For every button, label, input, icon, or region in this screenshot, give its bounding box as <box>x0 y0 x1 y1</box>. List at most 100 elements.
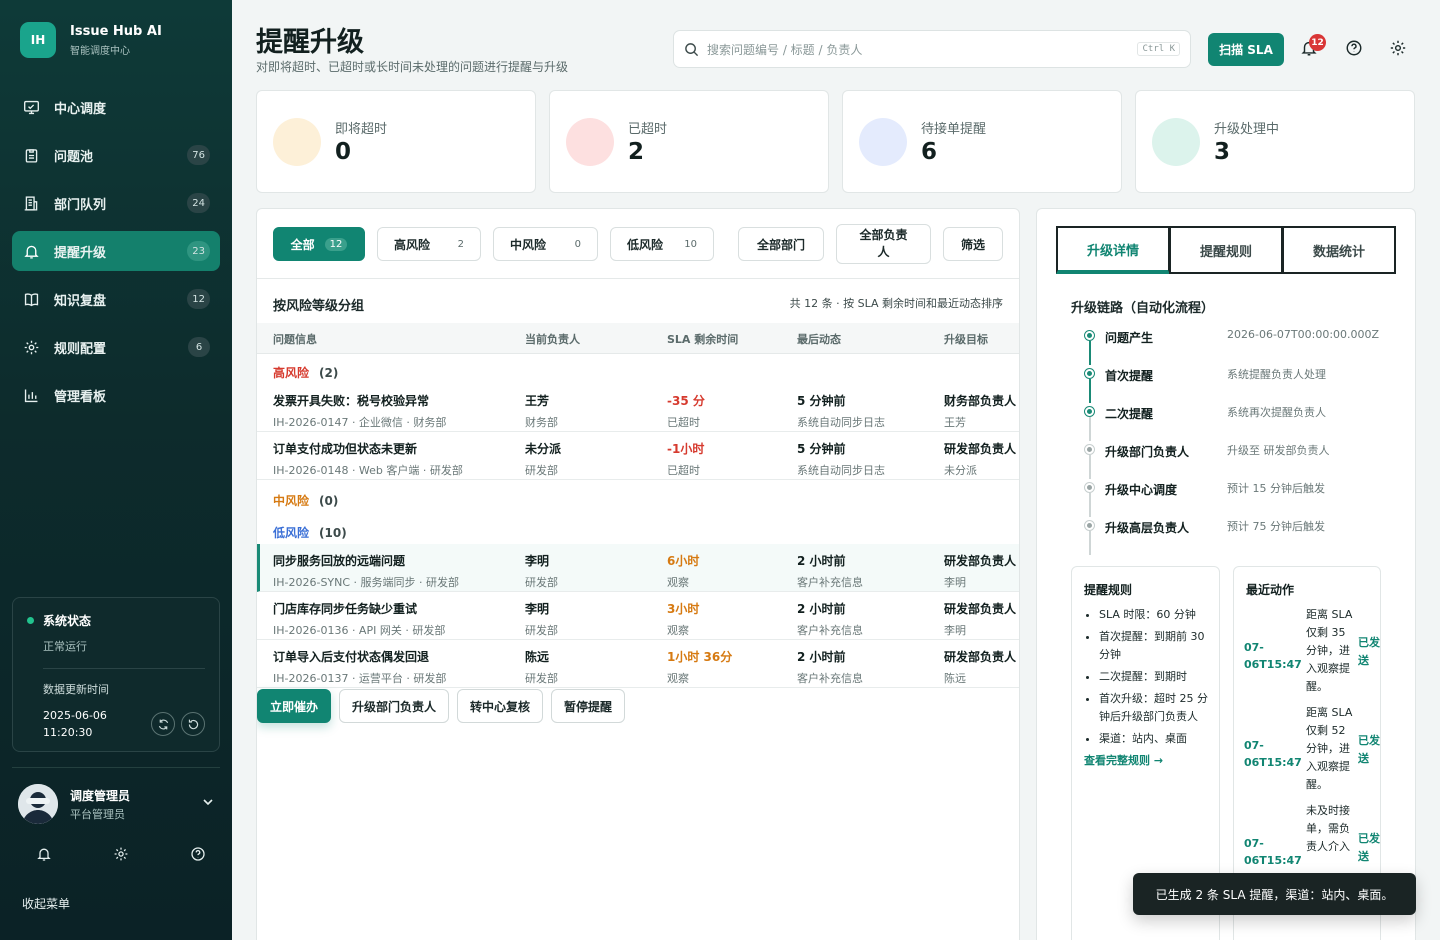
table-row[interactable]: 订单导入后支付状态偶发回退 IH-2026-0137 · 运营平台 · 研发部 陈… <box>257 640 1019 688</box>
column-header: 最后动态 <box>797 333 841 346</box>
bell-icon <box>22 242 40 260</box>
stat-card-due-soon[interactable]: 即将超时 0 <box>256 90 536 193</box>
filter-chip-all[interactable]: 全部 12 <box>273 227 365 261</box>
stat-value: 2 <box>628 139 645 165</box>
sidebar-item-dispatch[interactable]: 中心调度 <box>12 87 220 127</box>
search-icon <box>685 42 699 56</box>
step-name: 二次提醒 <box>1105 407 1154 421</box>
escalation-detail-panel: 升级详情 提醒规则 数据统计 升级链路（自动化流程） 问题产生 2026-06-0… <box>1036 208 1416 940</box>
undo-icon <box>188 719 198 729</box>
sidebar-item-dashboard[interactable]: 管理看板 <box>12 375 220 415</box>
view-full-rules-link[interactable]: 查看完整规则 → <box>1084 752 1219 768</box>
stat-card-pending-accept[interactable]: 待接单提醒 6 <box>842 90 1122 193</box>
help-icon[interactable] <box>190 846 206 866</box>
sidebar-item-knowledge-review[interactable]: 知识复盘 12 <box>12 279 220 319</box>
escalation-target-name: 李明 <box>944 624 966 637</box>
brand[interactable]: IH Issue Hub AI 智能调度中心 <box>20 22 162 58</box>
department-filter[interactable]: 全部部门 <box>738 227 824 261</box>
last-activity-desc: 系统自动同步日志 <box>797 416 885 429</box>
status-dot <box>27 617 34 624</box>
tab-escalation-detail[interactable]: 升级详情 <box>1056 226 1170 274</box>
chevron-down-icon[interactable] <box>202 796 214 812</box>
sidebar-item-reminder-escalation[interactable]: 提醒升级 23 <box>12 231 220 271</box>
table-row-selected[interactable]: 同步服务回放的远端问题 IH-2026-SYNC · 服务端同步 · 研发部 李明… <box>257 544 1019 592</box>
owner-dept: 研发部 <box>525 464 558 477</box>
rule-item: 首次升级：超时 25 分钟后升级部门负责人 <box>1099 690 1209 726</box>
sla-remaining: -1小时 <box>667 442 705 456</box>
action-time: 07-06T15:47 <box>1244 837 1302 867</box>
settings-button[interactable] <box>1389 39 1409 59</box>
owner-name: 李明 <box>525 554 550 568</box>
group-header-high[interactable]: 高风险 (2) <box>273 364 338 381</box>
table-row[interactable]: 发票开具失败：税号校验异常 IH-2026-0147 · 企业微信 · 财务部 王… <box>257 384 1019 432</box>
issue-meta: IH-2026-0136 · API 网关 · 研发部 <box>273 624 446 637</box>
owner-filter[interactable]: 全部负责人 <box>836 224 931 264</box>
gear-icon[interactable] <box>113 846 129 866</box>
notification-badge: 12 <box>1309 34 1326 51</box>
sla-remaining: 6小时 <box>667 554 700 568</box>
sidebar-item-rule-config[interactable]: 规则配置 6 <box>12 327 220 367</box>
user-profile[interactable]: 调度管理员 平台管理员 <box>18 784 214 824</box>
last-activity-desc: 客户补充信息 <box>797 624 863 637</box>
chain-step: 问题产生 2026-06-07T00:00:00.000Z <box>1083 327 1403 365</box>
tab-statistics[interactable]: 数据统计 <box>1282 226 1396 274</box>
reset-button[interactable] <box>181 712 205 736</box>
owner-name: 陈远 <box>525 650 550 664</box>
refresh-button[interactable] <box>151 712 175 736</box>
action-text: 距离 SLA 仅剩 52 分钟，进入观察提醒。 <box>1306 706 1353 791</box>
owner-name: 未分派 <box>525 442 562 456</box>
issue-meta: IH-2026-0148 · Web 客户端 · 研发部 <box>273 464 463 477</box>
filter-chip-low[interactable]: 低风险 10 <box>610 227 714 261</box>
chip-label: 高风险 <box>394 237 431 252</box>
table-row[interactable]: 订单支付成功但状态未更新 IH-2026-0148 · Web 客户端 · 研发部… <box>257 432 1019 480</box>
step-node <box>1085 407 1094 416</box>
sidebar-item-label: 规则配置 <box>54 341 107 357</box>
search-input[interactable]: 搜索问题编号 / 标题 / 负责人 Ctrl K <box>673 30 1191 68</box>
group-count: (2) <box>319 366 339 380</box>
collapse-menu-button[interactable]: 收起菜单 <box>22 895 70 912</box>
notifications-button[interactable]: 12 <box>1300 34 1326 59</box>
rule-item: SLA 时限：60 分钟 <box>1099 606 1209 624</box>
action-status: 已发送 <box>1358 636 1380 667</box>
stat-value: 6 <box>921 139 938 165</box>
pause-reminder-button[interactable]: 暂停提醒 <box>551 689 626 723</box>
sla-state: 已超时 <box>667 416 700 429</box>
more-filters-button[interactable]: 筛选 <box>943 227 1003 261</box>
filter-chip-medium[interactable]: 中风险 0 <box>493 227 598 261</box>
sidebar-item-dept-queue[interactable]: 部门队列 24 <box>12 183 220 223</box>
help-button[interactable] <box>1345 39 1365 59</box>
step-name: 升级部门负责人 <box>1105 445 1190 459</box>
last-activity: 2 小时前 <box>797 554 846 568</box>
rule-item: 首次提醒：到期前 30 分钟 <box>1099 628 1209 664</box>
table-header: 问题信息 当前负责人 SLA 剩余时间 最后动态 升级目标 <box>257 323 1019 354</box>
sla-remaining: 1小时 36分 <box>667 650 733 664</box>
transfer-center-review-button[interactable]: 转中心复核 <box>457 689 544 723</box>
stat-card-overdue[interactable]: 已超时 2 <box>549 90 829 193</box>
tab-reminder-rules[interactable]: 提醒规则 <box>1169 226 1283 274</box>
stat-label: 已超时 <box>628 122 668 137</box>
group-count: (10) <box>319 526 347 540</box>
bell-icon[interactable] <box>36 846 52 866</box>
urge-now-button[interactable]: 立即催办 <box>257 689 332 723</box>
group-header-medium[interactable]: 中风险 (0) <box>273 492 338 509</box>
stat-card-escalating[interactable]: 升级处理中 3 <box>1135 90 1415 193</box>
sidebar-item-label: 管理看板 <box>54 389 107 405</box>
sidebar-item-issue-pool[interactable]: 问题池 76 <box>12 135 220 175</box>
chip-label: 中风险 <box>510 237 547 252</box>
filter-chip-high[interactable]: 高风险 2 <box>377 227 481 261</box>
scan-sla-button[interactable]: 扫描 SLA <box>1208 33 1284 66</box>
group-header-low[interactable]: 低风险 (10) <box>273 524 347 541</box>
page-subtitle: 对即将超时、已超时或长时间未处理的问题进行提醒与升级 <box>256 60 569 74</box>
action-status: 已发送 <box>1358 832 1380 863</box>
issue-list-panel: 全部 12 高风险 2 中风险 0 低风险 10 全部部门 全部负责人 筛选 按风险等级… <box>256 208 1020 940</box>
issue-title: 订单支付成功但状态未更新 <box>273 442 418 456</box>
monitor-icon <box>22 98 40 116</box>
chain-step: 二次提醒 系统再次提醒负责人 <box>1083 403 1403 441</box>
sidebar-count-badge: 76 <box>187 145 210 165</box>
owner-dept: 财务部 <box>525 416 558 429</box>
escalate-dept-head-button[interactable]: 升级部门负责人 <box>339 689 450 723</box>
table-row[interactable]: 门店库存同步任务缺少重试 IH-2026-0136 · API 网关 · 研发部 … <box>257 592 1019 640</box>
escalation-target: 研发部负责人 <box>944 554 1017 568</box>
rules-title: 提醒规则 <box>1084 583 1133 597</box>
step-desc: 升级至 研发部负责人 <box>1227 444 1330 457</box>
